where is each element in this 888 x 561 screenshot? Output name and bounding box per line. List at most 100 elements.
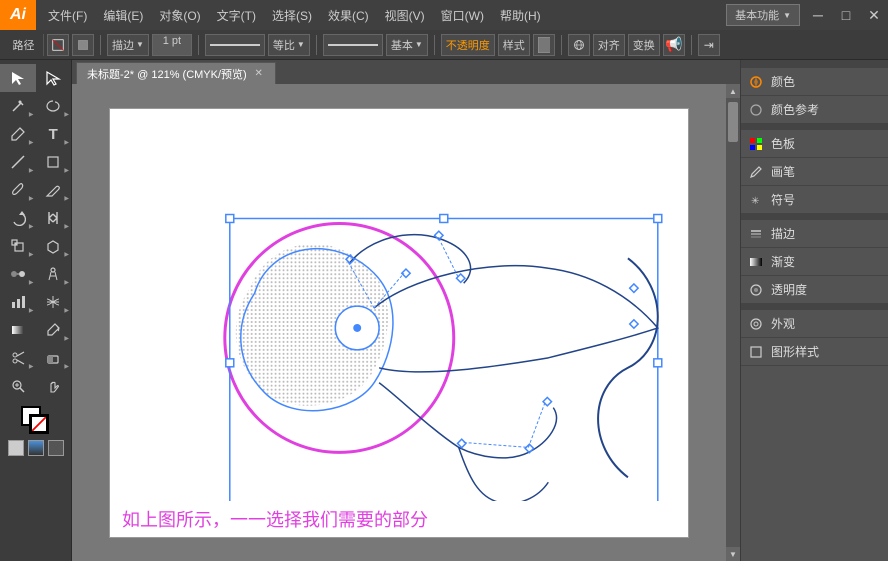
normal-mode-btn[interactable] bbox=[8, 440, 24, 456]
globe-btn[interactable] bbox=[568, 34, 590, 56]
line-ratio-btn[interactable]: 等比 ▼ bbox=[268, 34, 310, 56]
menu-type[interactable]: 文字(T) bbox=[209, 0, 264, 30]
minimize-button[interactable]: ─ bbox=[804, 0, 832, 30]
inside-mode-btn[interactable] bbox=[48, 440, 64, 456]
speaker-btn[interactable]: 📢 bbox=[663, 34, 685, 56]
magic-wand-tool[interactable]: ▶ bbox=[0, 92, 36, 120]
panel-appearance[interactable]: 外观 bbox=[741, 310, 888, 338]
scale-tool[interactable]: ▶ bbox=[0, 232, 36, 260]
eraser-tool[interactable]: ▶ bbox=[36, 344, 72, 372]
vertical-scrollbar[interactable]: ▲ ▼ bbox=[726, 84, 740, 561]
column-graph-tool[interactable]: ▶ bbox=[0, 288, 36, 316]
symbol-icon: ✳ bbox=[747, 191, 765, 209]
tab-close-btn[interactable]: ✕ bbox=[253, 68, 265, 80]
sep3 bbox=[316, 35, 317, 55]
blend-tool[interactable]: ▶ bbox=[0, 260, 36, 288]
panel-color-ref-label: 颜色参考 bbox=[771, 101, 819, 118]
align-btn[interactable]: 对齐 bbox=[593, 34, 625, 56]
menu-object[interactable]: 对象(O) bbox=[151, 0, 208, 30]
close-button[interactable]: ✕ bbox=[860, 0, 888, 30]
toolbar: 路径 描边 ▼ 1 pt 等比 ▼ 基本 ▼ 不透明度 样式 bbox=[0, 30, 888, 60]
free-transform-tool[interactable]: ▶ bbox=[36, 232, 72, 260]
direct-select-tool[interactable] bbox=[36, 64, 72, 92]
extra-btn[interactable]: ⇥ bbox=[698, 34, 720, 56]
menu-view[interactable]: 视图(V) bbox=[377, 0, 433, 30]
line-style-btn[interactable] bbox=[205, 34, 265, 56]
stroke-mode-btn[interactable]: 描边 ▼ bbox=[107, 34, 149, 56]
caption: 如上图所示，一一选择我们需要的部分 bbox=[110, 501, 688, 537]
tool-row: ▶ ▶ bbox=[0, 232, 71, 260]
canvas-area: 未标题-2* @ 121% (CMYK/预览) ✕ bbox=[72, 60, 740, 561]
path-label: 路径 bbox=[4, 34, 44, 56]
scissors-tool[interactable]: ▶ bbox=[0, 344, 36, 372]
graphic-style-icon bbox=[747, 343, 765, 361]
symbol-sprayer-tool[interactable]: ▶ bbox=[36, 260, 72, 288]
menu-edit[interactable]: 编辑(E) bbox=[95, 0, 151, 30]
scroll-down-btn[interactable]: ▼ bbox=[726, 547, 740, 561]
panel-symbol[interactable]: ✳ 符号 bbox=[741, 186, 888, 214]
style-btn[interactable]: 样式 bbox=[498, 34, 530, 56]
scroll-thumb[interactable] bbox=[728, 102, 738, 142]
reflect-tool[interactable]: ▶ bbox=[36, 204, 72, 232]
zoom-tool[interactable] bbox=[0, 372, 36, 400]
opacity-btn[interactable]: 不透明度 bbox=[441, 34, 495, 56]
menu-bar: 文件(F) 编辑(E) 对象(O) 文字(T) 选择(S) 效果(C) 视图(V… bbox=[36, 0, 726, 30]
eyedropper-tool[interactable]: ▶ bbox=[36, 316, 72, 344]
shape-tool[interactable]: ▶ bbox=[36, 148, 72, 176]
scroll-up-btn[interactable]: ▲ bbox=[726, 84, 740, 98]
sep4 bbox=[434, 35, 435, 55]
tool-row: ▶ ▶ bbox=[0, 288, 71, 316]
right-panel: 颜色 颜色参考 色板 画笔 ✳ 符号 bbox=[740, 60, 888, 561]
basic-func-button[interactable]: 基本功能 ▼ bbox=[726, 4, 800, 26]
panel-graphic-style-label: 图形样式 bbox=[771, 343, 819, 360]
panel-brush[interactable]: 画笔 bbox=[741, 158, 888, 186]
panel-color[interactable]: 颜色 bbox=[741, 68, 888, 96]
selection-tool[interactable] bbox=[0, 64, 36, 92]
transform-btn[interactable]: 变换 bbox=[628, 34, 660, 56]
panel-transparency[interactable]: 透明度 bbox=[741, 276, 888, 304]
line-tool[interactable]: ▶ bbox=[0, 148, 36, 176]
gradient-tool[interactable] bbox=[0, 316, 36, 344]
basic-btn[interactable]: 基本 ▼ bbox=[386, 34, 428, 56]
tool-row: ▶ bbox=[0, 316, 71, 344]
tool-row bbox=[0, 372, 71, 400]
lasso-tool[interactable]: ▶ bbox=[36, 92, 72, 120]
brush-icon bbox=[747, 163, 765, 181]
color-ref-icon bbox=[747, 101, 765, 119]
stroke-panel-icon bbox=[747, 225, 765, 243]
tool-row: ▶ ▶ bbox=[0, 344, 71, 372]
tool-row: ▶ ▶ bbox=[0, 148, 71, 176]
canvas-scroll: 如上图所示，一一选择我们需要的部分 ▲ ▼ bbox=[72, 84, 740, 561]
panel-gradient[interactable]: 渐变 bbox=[741, 248, 888, 276]
pencil-tool[interactable]: ▶ bbox=[36, 176, 72, 204]
mesh-tool[interactable]: ▶ bbox=[36, 288, 72, 316]
menu-help[interactable]: 帮助(H) bbox=[492, 0, 549, 30]
panel-swatches[interactable]: 色板 bbox=[741, 130, 888, 158]
pen-tool[interactable]: ▶ bbox=[0, 120, 36, 148]
menu-select[interactable]: 选择(S) bbox=[264, 0, 320, 30]
rotate-tool[interactable]: ▶ bbox=[0, 204, 36, 232]
panel-stroke[interactable]: 描边 bbox=[741, 220, 888, 248]
sep5 bbox=[561, 35, 562, 55]
tool-row: ▶ ▶ bbox=[0, 176, 71, 204]
panel-gradient-label: 渐变 bbox=[771, 253, 795, 270]
menu-effect[interactable]: 效果(C) bbox=[320, 0, 377, 30]
stroke-color-btn[interactable] bbox=[47, 34, 69, 56]
fill-stroke-area[interactable] bbox=[21, 406, 51, 436]
maximize-button[interactable]: □ bbox=[832, 0, 860, 30]
stroke-weight-input[interactable]: 1 pt bbox=[152, 34, 192, 56]
document-tab[interactable]: 未标题-2* @ 121% (CMYK/预览) ✕ bbox=[76, 62, 276, 84]
type-tool[interactable]: T ▶ bbox=[36, 120, 72, 148]
panel-color-ref[interactable]: 颜色参考 bbox=[741, 96, 888, 124]
color-swatch-btn[interactable] bbox=[533, 34, 555, 56]
hand-tool[interactable] bbox=[36, 372, 72, 400]
menu-file[interactable]: 文件(F) bbox=[40, 0, 95, 30]
sep1 bbox=[100, 35, 101, 55]
menu-window[interactable]: 窗口(W) bbox=[433, 0, 492, 30]
panel-graphic-style[interactable]: 图形样式 bbox=[741, 338, 888, 366]
paintbrush-tool[interactable]: ▶ bbox=[0, 176, 36, 204]
panel-transparency-label: 透明度 bbox=[771, 281, 807, 298]
behind-mode-btn[interactable] bbox=[28, 440, 44, 456]
line-style2-btn[interactable] bbox=[323, 34, 383, 56]
fill-color-btn[interactable] bbox=[72, 34, 94, 56]
